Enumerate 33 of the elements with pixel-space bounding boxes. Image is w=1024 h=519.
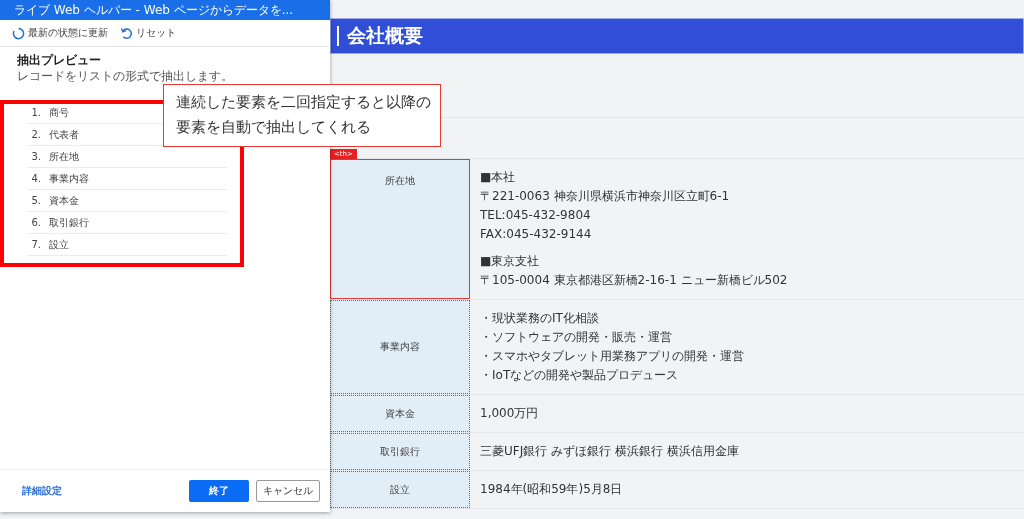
undo-icon	[120, 26, 133, 40]
cell-text: ・現状業務のIT化相談	[480, 310, 600, 327]
preview-list-item[interactable]: 6. 取引銀行	[27, 212, 227, 234]
page-heading: 会社概要	[347, 23, 423, 48]
header-label: 事業内容	[380, 340, 420, 354]
cell-text: ・ソフトウェアの開発・販売・運営	[480, 329, 673, 346]
cancel-button[interactable]: キャンセル	[256, 480, 320, 502]
cell-text: 1,000万円	[480, 405, 539, 422]
header-label: 取引銀行	[380, 444, 420, 459]
preview-list-item[interactable]: 4. 事業内容	[27, 168, 227, 190]
refresh-button[interactable]: 最新の状態に更新	[12, 26, 108, 40]
header-label: 所在地	[385, 174, 415, 188]
cell-text: ■本社	[480, 169, 517, 186]
cell-text: FAX:045-432-9144	[480, 226, 593, 243]
preview-list-item[interactable]: 5. 資本金	[27, 190, 227, 212]
refresh-icon	[12, 26, 25, 40]
cell-text: ・スマホやタブレット用業務アプリの開発・運営	[480, 348, 744, 365]
header-label: 資本金	[385, 406, 415, 421]
preview-title: 抽出プレビュー	[17, 53, 102, 68]
finish-button[interactable]: 終了	[189, 480, 249, 502]
cell-text: TEL:045-432-9804	[480, 207, 592, 224]
cell-text: ■東京支社	[480, 253, 541, 270]
cell-text: 〒105-0004 東京都港区新橋2-16-1 ニュー新橋ビル502	[480, 272, 788, 289]
preview-subtitle: レコードをリストの形式で抽出します。	[17, 69, 234, 83]
cell-text: 〒221-0063 神奈川県横浜市神奈川区立町6-1	[480, 188, 731, 205]
header-label: 設立	[390, 482, 410, 497]
advanced-settings-link[interactable]: 詳細設定	[22, 484, 62, 498]
cell-text: 三菱UFJ銀行 みずほ銀行 横浜銀行 横浜信用金庫	[480, 443, 739, 460]
cell-text: 1984年(昭和59年)5月8日	[480, 481, 623, 498]
window-title: ライブ Web ヘルパー - Web ページからデータを...	[14, 1, 294, 19]
preview-list-item[interactable]: 7. 設立	[27, 234, 227, 256]
cell-text: ・IoTなどの開発や製品プロデュース	[480, 367, 680, 384]
reset-button[interactable]: リセット	[120, 26, 176, 40]
